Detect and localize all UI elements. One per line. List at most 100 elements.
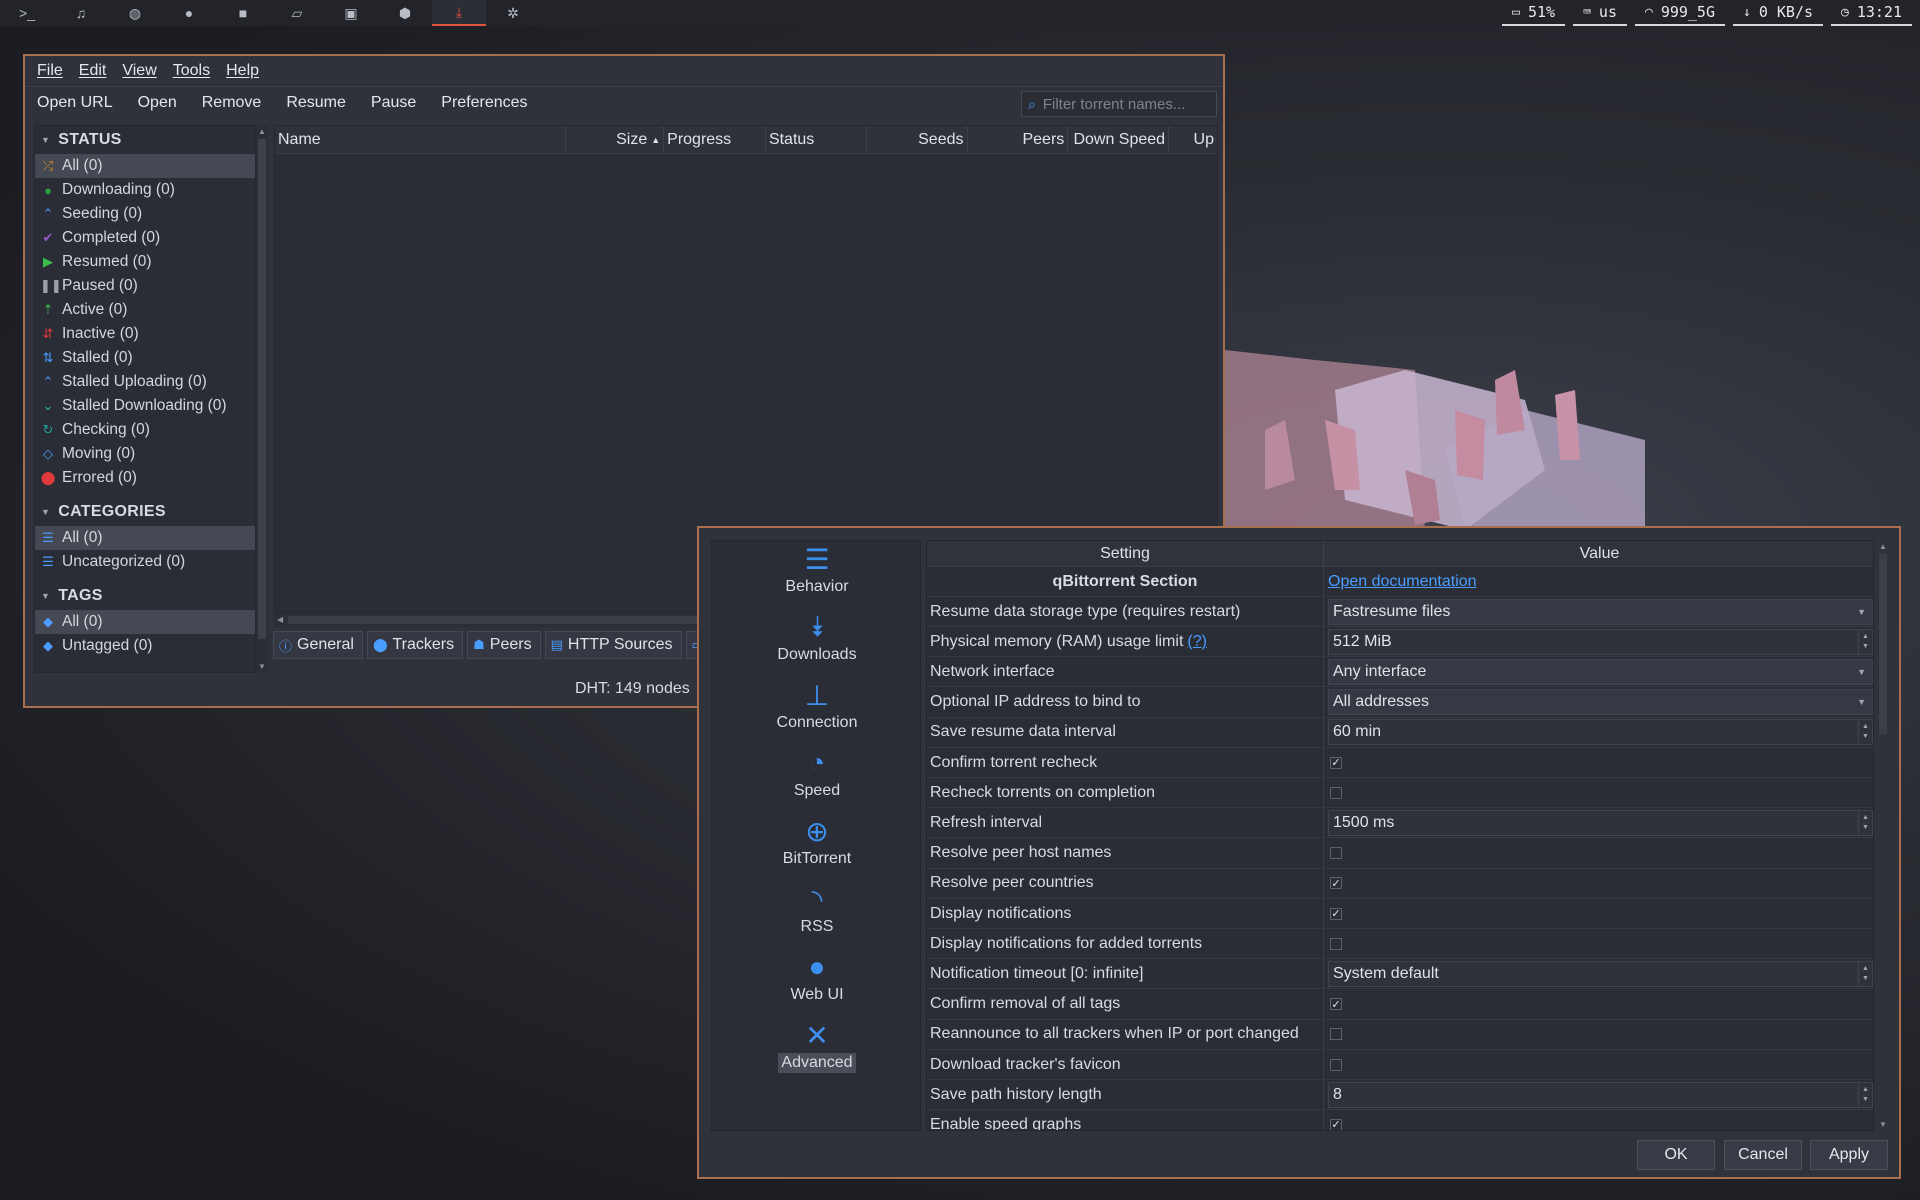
spin-buttons-icon[interactable]: ▲ ▼ xyxy=(1858,961,1872,986)
checkbox-unchecked[interactable] xyxy=(1330,847,1342,860)
settings-scrollbar[interactable]: ▲ ▼ xyxy=(1877,540,1889,1131)
ok-button[interactable]: OK xyxy=(1637,1140,1715,1170)
checkbox-unchecked[interactable] xyxy=(1330,786,1342,799)
status-filter-item[interactable]: ❚❚ Paused (0) xyxy=(35,274,255,298)
download-icon[interactable]: ⤓ xyxy=(432,0,486,26)
spin-buttons-icon[interactable]: ▲ ▼ xyxy=(1858,1082,1872,1107)
checkbox-unchecked[interactable] xyxy=(1330,1028,1342,1041)
settings-icon[interactable]: ✲ xyxy=(486,0,540,26)
status-filter-item[interactable]: ● Downloading (0) xyxy=(35,178,255,202)
pause-button[interactable]: Pause xyxy=(371,94,416,112)
music-icon[interactable]: ♫ xyxy=(54,0,108,26)
status-filter-item[interactable]: ⌃ Seeding (0) xyxy=(35,202,255,226)
category-all[interactable]: ☰ All (0) xyxy=(35,526,255,550)
scroll-up-icon[interactable]: ▲ xyxy=(258,127,266,136)
cancel-button[interactable]: Cancel xyxy=(1724,1140,1802,1170)
spin-buttons-icon[interactable]: ▲ ▼ xyxy=(1858,810,1872,835)
preferences-button[interactable]: Preferences xyxy=(441,94,527,112)
setting-spinbox[interactable]: 60 min ▲ ▼ xyxy=(1328,719,1873,746)
menu-edit[interactable]: Edit xyxy=(77,60,109,82)
nav-speed[interactable]: ◔ Speed xyxy=(712,745,920,801)
sidebar-scrollbar[interactable]: ▲ ▼ xyxy=(256,125,268,673)
scrollbar-thumb[interactable] xyxy=(258,139,266,639)
filter-input[interactable] xyxy=(1042,95,1203,113)
checkbox-checked[interactable]: ✓ xyxy=(1330,907,1342,920)
package-icon[interactable]: ⬢ xyxy=(378,0,432,26)
tags-section-header[interactable]: ▼ TAGS xyxy=(35,582,255,610)
category-uncategorized[interactable]: ☰ Uncategorized (0) xyxy=(35,550,255,574)
column-seeds[interactable]: Seeds xyxy=(867,125,968,154)
remove-button[interactable]: Remove xyxy=(202,94,262,112)
setting-spinbox[interactable]: 512 MiB ▲ ▼ xyxy=(1328,628,1873,655)
setting-spinbox[interactable]: 8 ▲ ▼ xyxy=(1328,1081,1873,1108)
open-documentation-link[interactable]: Open documentation xyxy=(1328,573,1477,591)
menu-tools[interactable]: Tools xyxy=(171,60,212,82)
spin-buttons-icon[interactable]: ▲ ▼ xyxy=(1858,720,1872,745)
scroll-down-icon[interactable]: ▼ xyxy=(258,662,266,671)
scroll-left-icon[interactable]: ◀ xyxy=(277,615,283,624)
status-filter-item[interactable]: ⌄ Stalled Downloading (0) xyxy=(35,394,255,418)
scroll-down-icon[interactable]: ▼ xyxy=(1879,1120,1887,1129)
spin-buttons-icon[interactable]: ▲ ▼ xyxy=(1858,629,1872,654)
column-down-speed[interactable]: Down Speed xyxy=(1068,125,1170,154)
open-button[interactable]: Open xyxy=(138,94,177,112)
column-up-speed[interactable]: Up xyxy=(1169,126,1217,154)
tab-http-sources[interactable]: ▤ HTTP Sources xyxy=(544,631,682,659)
firefox-icon[interactable]: ◍ xyxy=(108,0,162,26)
chat-icon[interactable]: ● xyxy=(162,0,216,26)
tab-peers[interactable]: ☗ Peers xyxy=(467,631,541,659)
checkbox-checked[interactable]: ✓ xyxy=(1330,998,1342,1011)
status-filter-item[interactable]: ⇅ Stalled (0) xyxy=(35,346,255,370)
checkbox-checked[interactable]: ✓ xyxy=(1330,877,1342,890)
tag-untagged[interactable]: ◆ Untagged (0) xyxy=(35,634,255,658)
column-progress[interactable]: Progress xyxy=(664,125,766,154)
checkbox-unchecked[interactable] xyxy=(1330,1058,1342,1071)
nav-rss[interactable]: ◝ RSS xyxy=(712,881,920,937)
tag-all[interactable]: ◆ All (0) xyxy=(35,610,255,634)
clock-indicator[interactable]: ◷ 13:21 xyxy=(1831,0,1912,26)
resume-button[interactable]: Resume xyxy=(286,94,346,112)
column-name[interactable]: Name xyxy=(275,125,567,154)
setting-spinbox[interactable]: 1500 ms ▲ ▼ xyxy=(1328,809,1873,836)
terminal-icon[interactable]: >_ xyxy=(0,0,54,26)
status-filter-item[interactable]: ▶ Resumed (0) xyxy=(35,250,255,274)
status-filter-item[interactable]: ⇡ Active (0) xyxy=(35,298,255,322)
status-filter-item[interactable]: ↻ Checking (0) xyxy=(35,418,255,442)
column-peers[interactable]: Peers xyxy=(968,125,1069,154)
setting-combobox[interactable]: All addresses ▼ xyxy=(1328,689,1873,716)
checkbox-unchecked[interactable] xyxy=(1330,937,1342,950)
nav-web-ui[interactable]: ● Web UI xyxy=(712,949,920,1005)
battery-indicator[interactable]: ▭ 51% xyxy=(1502,0,1566,26)
checkbox-checked[interactable]: ✓ xyxy=(1330,1118,1342,1130)
apply-button[interactable]: Apply xyxy=(1810,1140,1888,1170)
status-section-header[interactable]: ▼ STATUS xyxy=(35,126,255,154)
video-icon[interactable]: ■ xyxy=(216,0,270,26)
status-filter-item[interactable]: ⌃ Stalled Uploading (0) xyxy=(35,370,255,394)
setting-combobox[interactable]: Fastresume files ▼ xyxy=(1328,598,1873,625)
status-filter-item[interactable]: ◇ Moving (0) xyxy=(35,442,255,466)
status-filter-item[interactable]: ✔ Completed (0) xyxy=(35,226,255,250)
wifi-indicator[interactable]: ◠ 999_5G xyxy=(1634,0,1725,26)
scroll-up-icon[interactable]: ▲ xyxy=(1879,542,1887,551)
checkbox-checked[interactable]: ✓ xyxy=(1330,756,1342,769)
menu-help[interactable]: Help xyxy=(224,60,261,82)
scrollbar-thumb[interactable] xyxy=(1879,554,1887,734)
menu-file[interactable]: File xyxy=(35,60,65,82)
nav-bittorrent[interactable]: ⊕ BitTorrent xyxy=(712,813,920,869)
column-setting[interactable]: Setting xyxy=(927,541,1324,566)
nav-downloads[interactable]: ⯯ Downloads xyxy=(712,609,920,665)
tab-trackers[interactable]: ⬤ Trackers xyxy=(366,631,464,659)
nav-behavior[interactable]: ☰ Behavior xyxy=(712,541,920,597)
image-icon[interactable]: ▣ xyxy=(324,0,378,26)
open-url-button[interactable]: Open URL xyxy=(37,94,113,112)
nav-advanced[interactable]: ✕ Advanced xyxy=(712,1017,920,1073)
folder-icon[interactable]: ▱ xyxy=(270,0,324,26)
column-status[interactable]: Status xyxy=(766,125,867,154)
tab-general[interactable]: ⓘ General xyxy=(273,631,363,659)
help-link[interactable]: (?) xyxy=(1187,633,1207,651)
status-filter-item[interactable]: ⬤ Errored (0) xyxy=(35,466,255,490)
column-value[interactable]: Value xyxy=(1324,541,1873,566)
keyboard-indicator[interactable]: ⌨ us xyxy=(1573,0,1627,26)
column-size[interactable]: Size ▲ xyxy=(566,125,665,154)
status-filter-item[interactable]: ⤮ All (0) xyxy=(35,154,255,178)
